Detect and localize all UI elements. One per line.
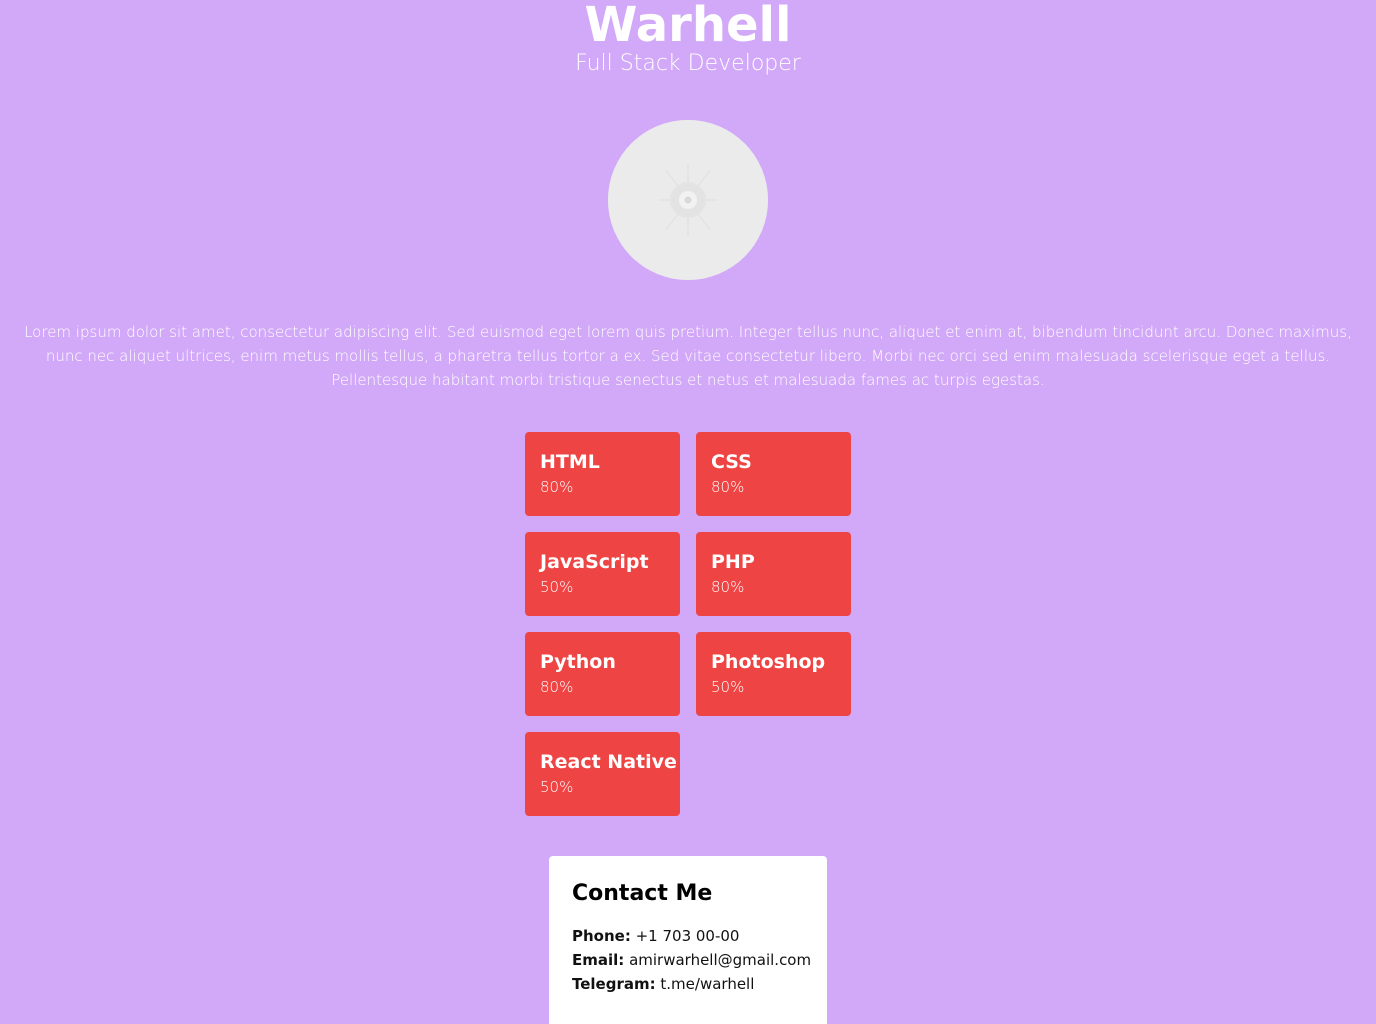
image-placeholder-icon bbox=[608, 120, 768, 280]
contact-email: Email: amirwarhell@gmail.com bbox=[572, 948, 811, 972]
skill-name: Photoshop bbox=[711, 651, 826, 673]
skill-card: Python 80% bbox=[525, 632, 680, 716]
contact-phone: Phone: +1 703 00-00 bbox=[572, 924, 804, 948]
profile-role: Full Stack Developer bbox=[575, 51, 801, 76]
email-value[interactable]: amirwarhell@gmail.com bbox=[629, 951, 811, 969]
telegram-label: Telegram: bbox=[572, 975, 656, 993]
avatar bbox=[608, 120, 768, 280]
contact-telegram: Telegram: t.me/warhell bbox=[572, 972, 804, 996]
skill-level: 80% bbox=[540, 478, 574, 496]
skill-card: React Native 50% bbox=[525, 732, 680, 816]
skills-grid: HTML 80% CSS 80% JavaScript 50% PHP 80% … bbox=[525, 432, 851, 816]
contact-title: Contact Me bbox=[572, 881, 713, 906]
email-label: Email: bbox=[572, 951, 625, 969]
skill-level: 80% bbox=[540, 678, 574, 696]
bio-text: Lorem ipsum dolor sit amet, consectetur … bbox=[24, 323, 1352, 389]
skill-name: HTML bbox=[540, 451, 600, 473]
profile-name: Warhell bbox=[584, 0, 792, 53]
skill-card: Photoshop 50% bbox=[696, 632, 851, 716]
skill-level: 50% bbox=[540, 578, 574, 596]
skill-name: PHP bbox=[711, 551, 755, 573]
skill-name: React Native bbox=[540, 751, 677, 773]
skill-card: JavaScript 50% bbox=[525, 532, 680, 616]
skill-level: 80% bbox=[711, 478, 745, 496]
skill-card: HTML 80% bbox=[525, 432, 680, 516]
skill-name: Python bbox=[540, 651, 616, 673]
phone-label: Phone: bbox=[572, 927, 631, 945]
profile-header: Warhell Full Stack Developer bbox=[0, 0, 1376, 77]
skill-name: JavaScript bbox=[540, 551, 649, 573]
skill-card: CSS 80% bbox=[696, 432, 851, 516]
skill-level: 50% bbox=[711, 678, 745, 696]
phone-value[interactable]: +1 703 00-00 bbox=[636, 927, 740, 945]
contact-card: Contact Me Phone: +1 703 00-00 Email: am… bbox=[549, 856, 827, 1024]
skill-card: PHP 80% bbox=[696, 532, 851, 616]
skill-level: 50% bbox=[540, 778, 574, 796]
skill-name: CSS bbox=[711, 451, 752, 473]
skill-level: 80% bbox=[711, 578, 745, 596]
telegram-value[interactable]: t.me/warhell bbox=[660, 975, 754, 993]
